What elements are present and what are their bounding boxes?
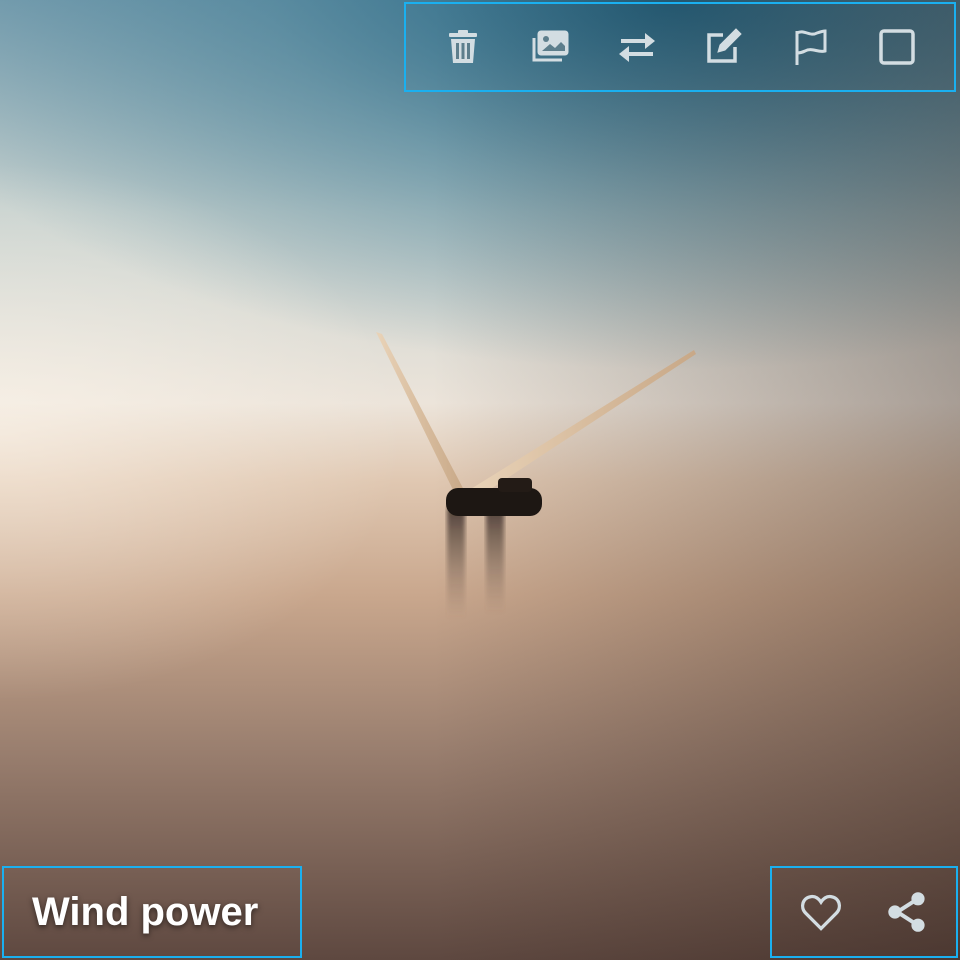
checkbox-icon bbox=[878, 29, 915, 65]
trash-icon bbox=[449, 30, 478, 63]
photo-title: Wind power bbox=[32, 889, 259, 934]
delete-button[interactable] bbox=[439, 23, 487, 71]
edit-button[interactable] bbox=[699, 23, 747, 71]
heart-icon bbox=[800, 894, 842, 931]
photo-actions bbox=[770, 866, 958, 958]
report-button[interactable] bbox=[786, 23, 834, 71]
wind-turbine-photo bbox=[376, 332, 696, 618]
share-icon bbox=[888, 892, 925, 932]
share-button[interactable] bbox=[883, 888, 931, 936]
caption-box: Wind power bbox=[2, 866, 302, 958]
image-toolbar bbox=[404, 2, 956, 92]
swap-button[interactable] bbox=[613, 23, 661, 71]
swap-arrows-icon bbox=[618, 33, 655, 62]
like-button[interactable] bbox=[797, 888, 845, 936]
select-checkbox[interactable] bbox=[873, 23, 921, 71]
images-icon bbox=[532, 30, 569, 62]
gallery-button[interactable] bbox=[526, 23, 574, 71]
edit-icon bbox=[707, 28, 743, 63]
photo-card: Wind power bbox=[0, 0, 960, 960]
flag-icon bbox=[795, 29, 827, 65]
